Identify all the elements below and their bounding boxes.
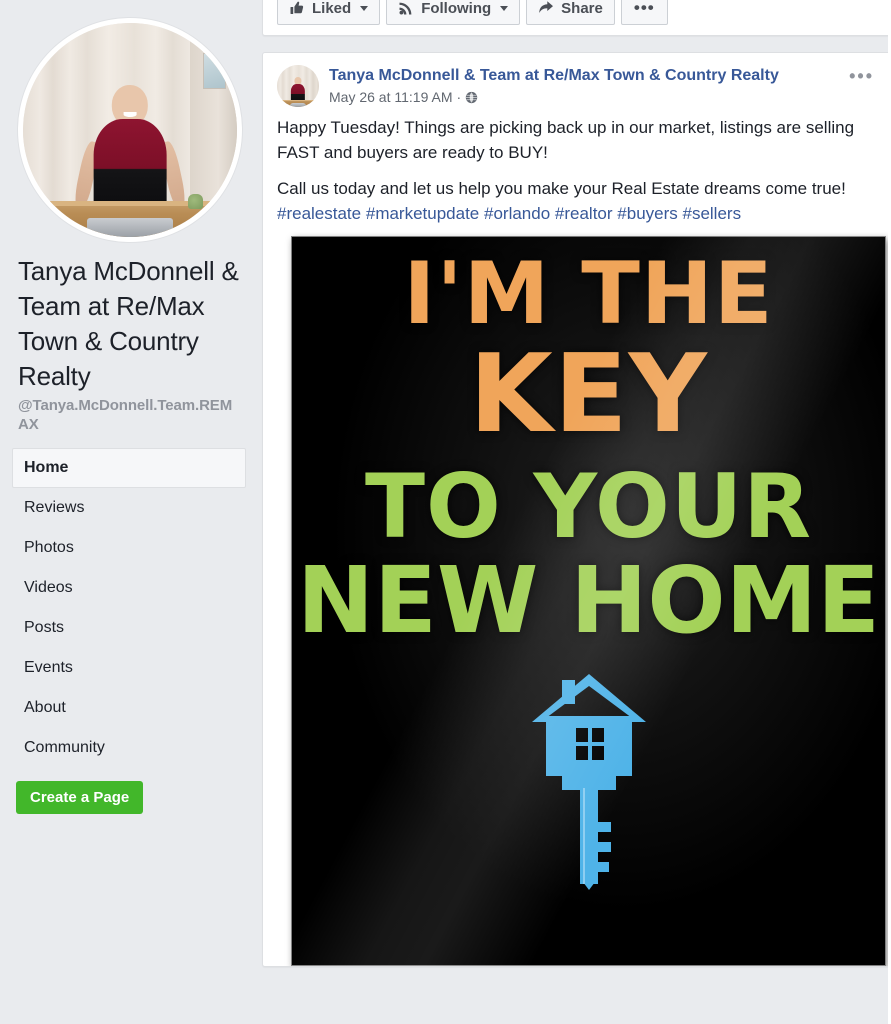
action-button-group: Liked Following Share ••• (277, 0, 668, 25)
post-timestamp[interactable]: May 26 at 11:19 AM (329, 88, 452, 107)
chevron-down-icon (500, 5, 509, 11)
post-message: Happy Tuesday! Things are picking back u… (263, 107, 890, 236)
left-sidebar: Tanya McDonnell & Team at Re/Max Town & … (0, 0, 258, 1024)
sidebar-item-community[interactable]: Community (12, 728, 246, 768)
share-button[interactable]: Share (526, 0, 615, 25)
sidebar-item-posts[interactable]: Posts (12, 608, 246, 648)
profile-photo-image (23, 23, 237, 237)
page-title: Tanya McDonnell & Team at Re/Max Town & … (18, 256, 239, 391)
page-nav-menu: Home Reviews Photos Videos Posts Events … (0, 448, 258, 768)
hashtag-orlando[interactable]: #orlando (484, 204, 550, 223)
house-key-icon (531, 674, 646, 891)
sidebar-item-videos[interactable]: Videos (12, 568, 246, 608)
hashtag-buyers[interactable]: #buyers (617, 204, 677, 223)
sidebar-item-events[interactable]: Events (12, 648, 246, 688)
liked-button-label: Liked (312, 0, 352, 17)
post-paragraph-2-text: Call us today and let us help you make y… (277, 179, 846, 198)
sidebar-item-reviews[interactable]: Reviews (12, 488, 246, 528)
page-username-handle: @Tanya.McDonnell.Team.REMAX (18, 397, 233, 433)
photo-laptop (87, 217, 173, 237)
photo-person-torso (93, 119, 167, 210)
hashtag-realtor[interactable]: #realtor (555, 204, 613, 223)
photo-plant (187, 194, 203, 210)
post-paragraph-1: Happy Tuesday! Things are picking back u… (277, 118, 855, 162)
post-card: Tanya McDonnell & Team at Re/Max Town & … (262, 52, 891, 967)
more-options-button[interactable]: ••• (620, 0, 668, 25)
photo-text-line-1: I'M THE (403, 244, 774, 344)
following-button-label: Following (421, 0, 492, 17)
post-header: Tanya McDonnell & Team at Re/Max Town & … (263, 53, 890, 107)
post-options-menu[interactable]: ••• (843, 65, 876, 87)
page-action-bar: Liked Following Share ••• (262, 0, 891, 36)
chevron-down-icon (360, 5, 369, 11)
sidebar-item-home[interactable]: Home (12, 448, 246, 488)
globe-icon[interactable] (465, 91, 478, 104)
hashtag-marketupdate[interactable]: #marketupdate (366, 204, 479, 223)
photo-text-line-3: TO YOUR (364, 455, 813, 559)
photo-text-line-4: NEW HOME (297, 547, 880, 655)
share-button-label: Share (561, 0, 603, 17)
photo-wall-art (202, 52, 227, 90)
post-attachment: I'M THE KEY TO YOUR NEW HOME (263, 236, 890, 966)
thumbs-up-icon (289, 0, 305, 16)
main-column: Liked Following Share ••• Tanya McDonnel… (258, 0, 891, 1024)
post-paragraph-2: Call us today and let us help you make y… (277, 176, 876, 226)
post-author-avatar[interactable] (277, 65, 319, 107)
photo-text-block: I'M THE KEY TO YOUR NEW HOME (291, 236, 886, 655)
hashtag-realestate[interactable]: #realestate (277, 204, 361, 223)
rss-following-icon (398, 0, 414, 16)
post-meta: May 26 at 11:19 AM · (329, 88, 843, 107)
post-photo[interactable]: I'M THE KEY TO YOUR NEW HOME (291, 236, 886, 966)
create-a-page-button[interactable]: Create a Page (16, 781, 144, 814)
avatar-laptop (289, 103, 307, 107)
sidebar-item-about[interactable]: About (12, 688, 246, 728)
share-arrow-icon (538, 0, 554, 16)
post-author-name[interactable]: Tanya McDonnell & Team at Re/Max Town & … (329, 66, 779, 86)
photo-text-line-2: KEY (469, 332, 708, 458)
post-header-text: Tanya McDonnell & Team at Re/Max Town & … (329, 65, 843, 107)
hashtag-sellers[interactable]: #sellers (683, 204, 742, 223)
page-profile-photo[interactable] (18, 18, 242, 242)
facebook-page: Tanya McDonnell & Team at Re/Max Town & … (0, 0, 891, 1024)
following-button[interactable]: Following (386, 0, 521, 25)
liked-button[interactable]: Liked (277, 0, 381, 25)
sidebar-item-photos[interactable]: Photos (12, 528, 246, 568)
post-meta-separator: · (456, 89, 462, 105)
